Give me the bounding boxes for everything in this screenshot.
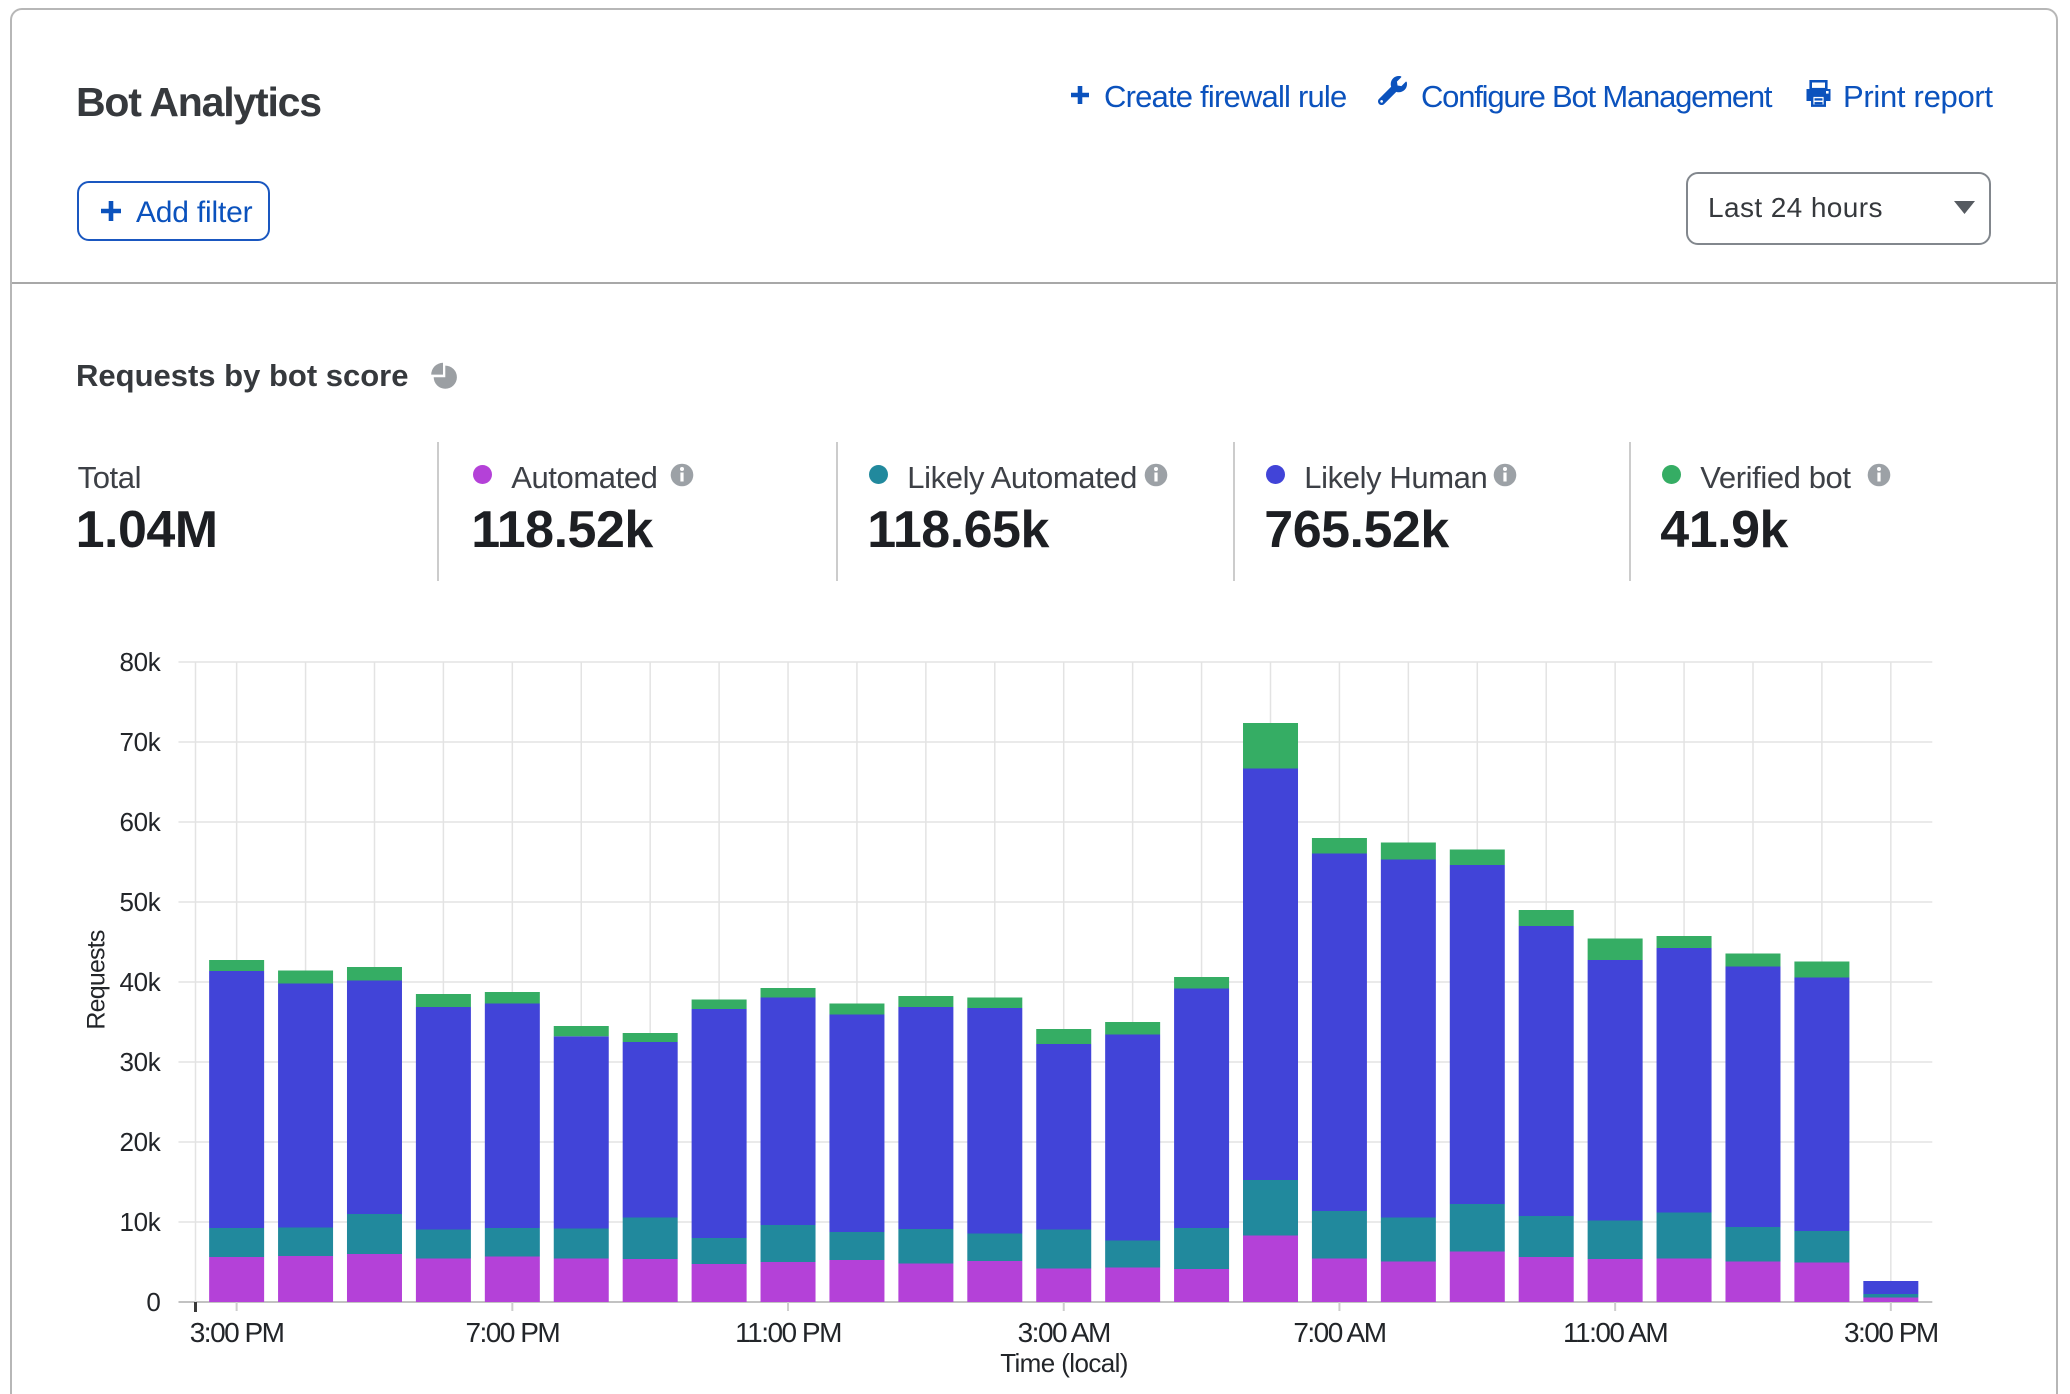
svg-text:Requests: Requests — [83, 930, 111, 1030]
svg-text:11:00 PM: 11:00 PM — [735, 1317, 841, 1348]
svg-text:10k: 10k — [119, 1207, 161, 1237]
svg-text:11:00 AM: 11:00 AM — [1563, 1317, 1667, 1348]
svg-text:3:00 PM: 3:00 PM — [1844, 1317, 1938, 1348]
svg-text:0: 0 — [146, 1287, 160, 1317]
svg-text:40k: 40k — [119, 967, 161, 997]
svg-text:30k: 30k — [119, 1047, 161, 1077]
svg-text:7:00 PM: 7:00 PM — [465, 1317, 559, 1348]
svg-text:3:00 PM: 3:00 PM — [190, 1317, 284, 1348]
svg-text:60k: 60k — [119, 807, 161, 837]
svg-text:20k: 20k — [119, 1127, 161, 1157]
svg-text:7:00 AM: 7:00 AM — [1293, 1317, 1385, 1348]
svg-text:80k: 80k — [119, 647, 161, 677]
svg-text:3:00 AM: 3:00 AM — [1018, 1317, 1110, 1348]
svg-text:Time (local): Time (local) — [1000, 1348, 1128, 1378]
svg-text:70k: 70k — [119, 727, 161, 757]
svg-text:50k: 50k — [119, 887, 161, 917]
